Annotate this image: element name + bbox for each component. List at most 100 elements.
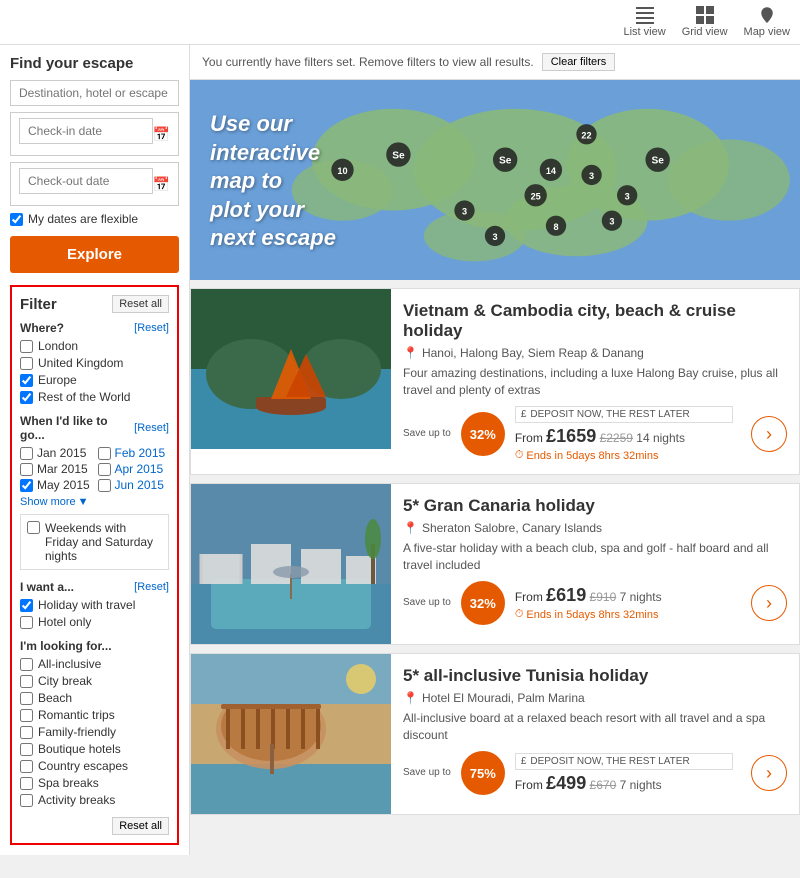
weekends-option: Weekends with Friday and Saturday nights: [20, 514, 169, 570]
map-banner[interactable]: Se Se 14 3 25 3 3 8 Se: [190, 80, 800, 280]
filter-jun-checkbox[interactable]: [98, 479, 111, 492]
filter-boutique-label[interactable]: Boutique hotels: [38, 742, 121, 756]
svg-text:3: 3: [589, 171, 594, 181]
explore-button[interactable]: Explore: [10, 236, 179, 273]
save-up-to-canaria: Save up to: [403, 597, 451, 609]
filter-holiday-travel-label[interactable]: Holiday with travel: [38, 598, 135, 612]
nights-tunisia: 7 nights: [620, 778, 662, 792]
checkout-field[interactable]: 📅: [10, 162, 179, 206]
weekends-checkbox[interactable]: [27, 521, 40, 534]
filter-when-header: When I'd like to go... [Reset]: [20, 414, 169, 442]
filter-beach-label[interactable]: Beach: [38, 691, 72, 705]
filter-jan-label[interactable]: Jan 2015: [37, 446, 86, 460]
show-more-dates[interactable]: Show more ▼: [20, 496, 169, 508]
filter-uk-checkbox[interactable]: [20, 357, 33, 370]
filter-feb-label[interactable]: Feb 2015: [115, 446, 166, 460]
filter-country-label[interactable]: Country escapes: [38, 759, 128, 773]
filter-apr: Apr 2015: [98, 462, 170, 476]
flexible-dates-label[interactable]: My dates are flexible: [28, 212, 138, 226]
original-price-vietnam: £2259: [600, 431, 633, 445]
filter-london-label[interactable]: London: [38, 339, 78, 353]
flexible-dates-checkbox[interactable]: [10, 213, 23, 226]
filter-allinclusive-checkbox[interactable]: [20, 658, 33, 671]
checkin-field[interactable]: 📅: [10, 112, 179, 156]
svg-text:8: 8: [553, 222, 558, 232]
price-tunisia: £499: [546, 773, 586, 793]
filter-holiday-travel-checkbox[interactable]: [20, 599, 33, 612]
clear-filters-button[interactable]: Clear filters: [542, 53, 616, 71]
filter-where-section: Where? [Reset] London United Kingdom Eur…: [20, 321, 169, 404]
filter-romantic-checkbox[interactable]: [20, 709, 33, 722]
deal-arrow-canaria[interactable]: ›: [751, 585, 787, 621]
filter-hotel-only-checkbox[interactable]: [20, 616, 33, 629]
filter-mar-label[interactable]: Mar 2015: [37, 462, 88, 476]
filter-may-checkbox[interactable]: [20, 479, 33, 492]
filter-family-checkbox[interactable]: [20, 726, 33, 739]
deal-arrow-tunisia[interactable]: ›: [751, 755, 787, 791]
filter-family-label[interactable]: Family-friendly: [38, 725, 116, 739]
filter-citybreak-checkbox[interactable]: [20, 675, 33, 688]
filter-reset-bottom[interactable]: Reset all: [112, 817, 169, 835]
filter-activity-label[interactable]: Activity breaks: [38, 793, 115, 807]
filter-europe-label[interactable]: Europe: [38, 373, 77, 387]
filter-mar-checkbox[interactable]: [20, 463, 33, 476]
filter-country-checkbox[interactable]: [20, 760, 33, 773]
filter-uk: United Kingdom: [20, 356, 169, 370]
deal-price-vietnam: Save up to 32% £ DEPOSIT NOW, THE REST L…: [403, 406, 787, 462]
deal-arrow-vietnam[interactable]: ›: [751, 416, 787, 452]
ends-in-vietnam: ⏱ Ends in 5days 8hrs 32mins: [515, 449, 733, 462]
filter-europe: Europe: [20, 373, 169, 387]
filter-apr-checkbox[interactable]: [98, 463, 111, 476]
filter-activity-checkbox[interactable]: [20, 794, 33, 807]
deal-card-vietnam: ✈ FLIGHTS INC Vietnam: [190, 288, 800, 475]
filter-want-section: I want a... [Reset] Holiday with travel …: [20, 580, 169, 629]
deposit-label-vietnam: £ DEPOSIT NOW, THE REST LATER: [515, 406, 733, 423]
filter-spa-checkbox[interactable]: [20, 777, 33, 790]
deal-info-canaria: 5* Gran Canaria holiday 📍 Sheraton Salob…: [391, 484, 799, 644]
nights-canaria: 7 nights: [620, 590, 662, 604]
destination-input[interactable]: [10, 80, 179, 106]
filter-allinclusive-label[interactable]: All-inclusive: [38, 657, 101, 671]
filter-row-checkbox[interactable]: [20, 391, 33, 404]
original-price-tunisia: £670: [590, 778, 617, 792]
filter-hotel-only-label[interactable]: Hotel only: [38, 615, 91, 629]
list-view-button[interactable]: List view: [624, 6, 666, 38]
map-view-button[interactable]: Map view: [744, 6, 790, 38]
deal-info-tunisia: 5* all-inclusive Tunisia holiday 📍 Hotel…: [391, 654, 799, 814]
filter-jan-checkbox[interactable]: [20, 447, 33, 460]
filter-europe-checkbox[interactable]: [20, 374, 33, 387]
filter-where-reset[interactable]: [Reset]: [134, 322, 169, 334]
filter-feb: Feb 2015: [98, 446, 170, 460]
filter-romantic-label[interactable]: Romantic trips: [38, 708, 115, 722]
filter-may-label[interactable]: May 2015: [37, 478, 90, 492]
filter-apr-label[interactable]: Apr 2015: [115, 462, 164, 476]
filter-allinclusive: All-inclusive: [20, 657, 169, 671]
deal-info-vietnam: Vietnam & Cambodia city, beach & cruise …: [391, 289, 799, 474]
deal-image-tunisia: ✈ FLIGHTS INC: [191, 654, 391, 814]
checkin-input[interactable]: [19, 118, 153, 144]
filter-boutique-checkbox[interactable]: [20, 743, 33, 756]
filter-title: Filter: [20, 296, 57, 313]
checkout-input[interactable]: [19, 168, 153, 194]
weekends-label[interactable]: Weekends with Friday and Saturday nights: [45, 521, 162, 563]
filter-looking-title: I'm looking for...: [20, 639, 112, 653]
filter-romantic: Romantic trips: [20, 708, 169, 722]
discount-badge-vietnam: 32%: [461, 412, 505, 456]
filter-activity: Activity breaks: [20, 793, 169, 807]
filter-header: Filter Reset all: [20, 295, 169, 313]
filter-feb-checkbox[interactable]: [98, 447, 111, 460]
filter-beach-checkbox[interactable]: [20, 692, 33, 705]
filter-citybreak-label[interactable]: City break: [38, 674, 92, 688]
filter-london-checkbox[interactable]: [20, 340, 33, 353]
filter-when-reset[interactable]: [Reset]: [134, 422, 169, 434]
filter-row-label[interactable]: Rest of the World: [38, 390, 130, 404]
filter-jun-label[interactable]: Jun 2015: [115, 478, 164, 492]
filter-spa-label[interactable]: Spa breaks: [38, 776, 99, 790]
right-content: You currently have filters set. Remove f…: [190, 45, 800, 855]
original-price-canaria: £910: [590, 590, 617, 604]
filter-want-reset[interactable]: [Reset]: [134, 581, 169, 593]
filter-uk-label[interactable]: United Kingdom: [38, 356, 123, 370]
filter-reset-all-top[interactable]: Reset all: [112, 295, 169, 313]
grid-view-button[interactable]: Grid view: [682, 6, 728, 38]
from-price-vietnam: From £1659 £2259 14 nights: [515, 426, 733, 447]
